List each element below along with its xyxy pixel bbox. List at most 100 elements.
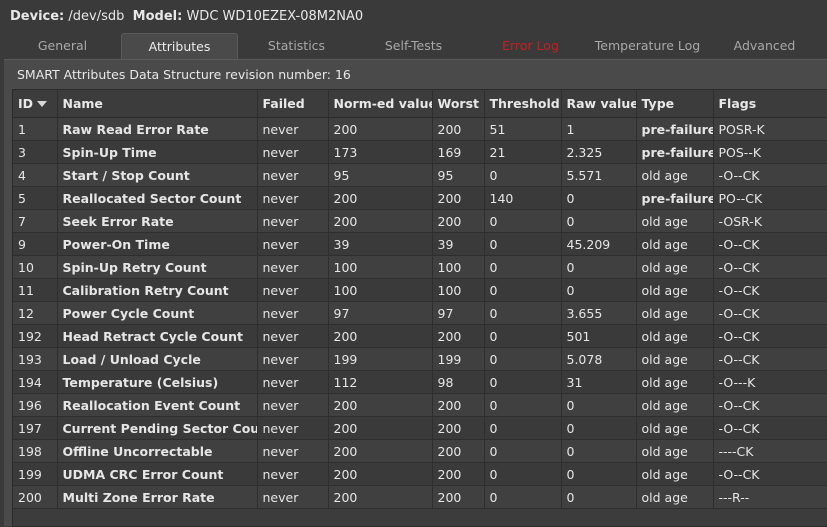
cell-type: pre-failure <box>636 186 714 210</box>
cell-worst: 200 <box>432 462 485 486</box>
cell-normed-value: 200 <box>328 462 433 486</box>
cell-flags: -O--CK <box>713 163 827 187</box>
column-header-threshold[interactable]: Threshold <box>484 90 562 118</box>
cell-threshold: 140 <box>484 186 562 210</box>
cell-normed-value: 200 <box>328 416 433 440</box>
tab-bar: General Attributes Statistics Self-Tests… <box>4 33 827 59</box>
cell-threshold: 0 <box>484 278 562 302</box>
cell-id: 200 <box>13 485 58 509</box>
cell-normed-value: 200 <box>328 186 433 210</box>
cell-failed: never <box>257 209 329 233</box>
cell-raw-value: 0 <box>561 439 637 463</box>
cell-failed: never <box>257 301 329 325</box>
cell-failed: never <box>257 393 329 417</box>
cell-name: Multi Zone Error Rate <box>57 485 258 509</box>
attributes-panel: SMART Attributes Data Structure revision… <box>4 59 827 527</box>
cell-id: 196 <box>13 393 58 417</box>
cell-worst: 95 <box>432 163 485 187</box>
tab-temperature-log[interactable]: Temperature Log <box>589 33 706 59</box>
tab-statistics[interactable]: Statistics <box>238 33 355 59</box>
cell-normed-value: 200 <box>328 439 433 463</box>
cell-flags: ---R-- <box>713 485 827 509</box>
cell-worst: 200 <box>432 485 485 509</box>
cell-id: 1 <box>13 117 58 141</box>
tab-advanced[interactable]: Advanced <box>706 33 823 59</box>
cell-threshold: 51 <box>484 117 562 141</box>
table-row[interactable]: 3 Spin-Up Time never 173 169 21 2.325 pre-failu… <box>13 140 827 164</box>
table-row[interactable]: 9 Power-On Time never 39 39 0 45.209 old age -O-… <box>13 232 827 256</box>
attributes-table: ID Name Failed Norm-ed value Worst Thres… <box>13 90 827 509</box>
cell-flags: -O---K <box>713 370 827 394</box>
cell-flags: -OSR-K <box>713 209 827 233</box>
cell-raw-value: 0 <box>561 209 637 233</box>
cell-type: old age <box>636 462 714 486</box>
cell-type: old age <box>636 370 714 394</box>
cell-failed: never <box>257 370 329 394</box>
cell-raw-value: 2.325 <box>561 140 637 164</box>
cell-id: 7 <box>13 209 58 233</box>
cell-raw-value: 0 <box>561 255 637 279</box>
table-row[interactable]: 1 Raw Read Error Rate never 200 200 51 1 pre-fa… <box>13 117 827 141</box>
cell-worst: 98 <box>432 370 485 394</box>
cell-worst: 100 <box>432 278 485 302</box>
column-header-flags[interactable]: Flags <box>713 90 827 118</box>
cell-flags: -O--CK <box>713 278 827 302</box>
cell-flags: -O--CK <box>713 255 827 279</box>
cell-threshold: 0 <box>484 324 562 348</box>
cell-failed: never <box>257 232 329 256</box>
cell-threshold: 0 <box>484 255 562 279</box>
table-row[interactable]: 7 Seek Error Rate never 200 200 0 0 old age -OSR… <box>13 209 827 233</box>
cell-type: old age <box>636 278 714 302</box>
cell-raw-value: 0 <box>561 186 637 210</box>
table-row[interactable]: 10 Spin-Up Retry Count never 100 100 0 0 old ag… <box>13 255 827 279</box>
tab-attributes[interactable]: Attributes <box>121 33 238 59</box>
column-header-name[interactable]: Name <box>57 90 258 118</box>
table-row[interactable]: 11 Calibration Retry Count never 100 100 0 0 ol… <box>13 278 827 302</box>
tab-self-tests[interactable]: Self-Tests <box>355 33 472 59</box>
model-label: Model: <box>132 9 183 24</box>
table-row[interactable]: 4 Start / Stop Count never 95 95 0 5.571 old ag… <box>13 163 827 187</box>
cell-normed-value: 200 <box>328 324 433 348</box>
cell-failed: never <box>257 485 329 509</box>
table-row[interactable]: 192 Head Retract Cycle Count never 200 200 0 5… <box>13 324 827 348</box>
tab-error-log[interactable]: Error Log <box>472 33 589 59</box>
device-info: Device: /dev/sdb Model: WDC WD10EZEX-08M… <box>10 0 363 33</box>
cell-raw-value: 31 <box>561 370 637 394</box>
table-row[interactable]: 198 Offline Uncorrectable never 200 200 0 0 old… <box>13 439 827 463</box>
cell-worst: 199 <box>432 347 485 371</box>
cell-threshold: 0 <box>484 301 562 325</box>
cell-normed-value: 100 <box>328 278 433 302</box>
cell-id: 10 <box>13 255 58 279</box>
table-row[interactable]: 197 Current Pending Sector Count never 200 2… <box>13 416 827 440</box>
cell-type: old age <box>636 324 714 348</box>
table-row[interactable]: 12 Power Cycle Count never 97 97 0 3.655 old ag… <box>13 301 827 325</box>
cell-name: Power Cycle Count <box>57 301 258 325</box>
table-row[interactable]: 194 Temperature (Celsius) never 112 98 0 31 old… <box>13 370 827 394</box>
cell-threshold: 0 <box>484 209 562 233</box>
column-header-id[interactable]: ID <box>13 90 58 118</box>
cell-name: Raw Read Error Rate <box>57 117 258 141</box>
column-header-type[interactable]: Type <box>636 90 714 118</box>
cell-flags: POS--K <box>713 140 827 164</box>
cell-name: Start / Stop Count <box>57 163 258 187</box>
table-row[interactable]: 5 Reallocated Sector Count never 200 200 140 0… <box>13 186 827 210</box>
cell-flags: POSR-K <box>713 117 827 141</box>
tab-general[interactable]: General <box>4 33 121 59</box>
column-header-id-label: ID <box>18 96 34 111</box>
cell-id: 5 <box>13 186 58 210</box>
column-header-normed-value[interactable]: Norm-ed value <box>328 90 433 118</box>
cell-failed: never <box>257 163 329 187</box>
cell-normed-value: 199 <box>328 347 433 371</box>
attributes-table-container[interactable]: ID Name Failed Norm-ed value Worst Thres… <box>12 89 827 527</box>
table-row[interactable]: 193 Load / Unload Cycle never 199 199 0 5.078 o… <box>13 347 827 371</box>
column-header-raw-value[interactable]: Raw value <box>561 90 637 118</box>
column-header-worst[interactable]: Worst <box>432 90 485 118</box>
table-row[interactable]: 196 Reallocation Event Count never 200 200 0 0… <box>13 393 827 417</box>
table-row[interactable]: 199 UDMA CRC Error Count never 200 200 0 0 old … <box>13 462 827 486</box>
table-row[interactable]: 200 Multi Zone Error Rate never 200 200 0 0 old… <box>13 485 827 509</box>
cell-threshold: 0 <box>484 347 562 371</box>
cell-name: Spin-Up Time <box>57 140 258 164</box>
cell-worst: 200 <box>432 416 485 440</box>
column-header-failed[interactable]: Failed <box>257 90 329 118</box>
cell-worst: 200 <box>432 209 485 233</box>
